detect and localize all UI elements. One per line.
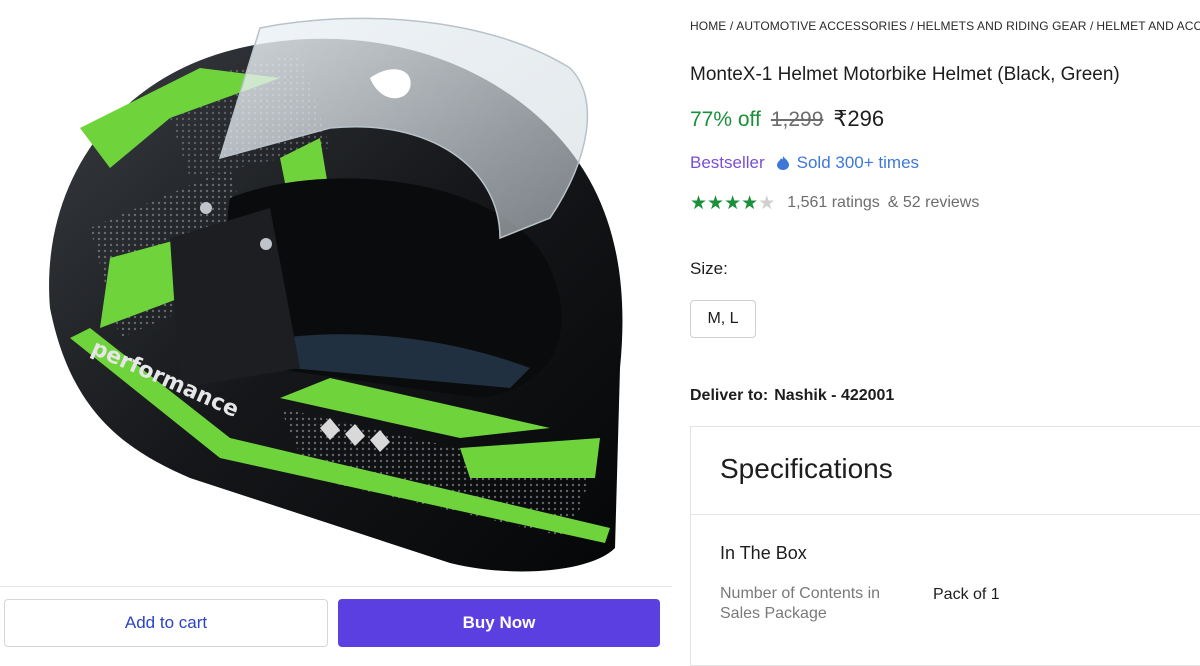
star-icon: ★: [758, 192, 776, 214]
breadcrumb-item-home[interactable]: HOME /: [690, 19, 733, 33]
star-rating: ★ ★ ★ ★ ★: [690, 193, 775, 213]
badge-row: Bestseller Sold 300+ times: [690, 153, 919, 173]
helmet-product-image[interactable]: performance: [30, 8, 650, 583]
buy-now-button[interactable]: Buy Now: [338, 599, 660, 647]
action-bar: Add to cart Buy Now: [0, 586, 672, 660]
breadcrumb: HOME / AUTOMOTIVE ACCESSORIES / HELMETS AN…: [690, 19, 1200, 33]
star-icon: ★: [690, 192, 708, 214]
sold-count: Sold 300+ times: [796, 153, 920, 172]
specifications-title: Specifications: [720, 453, 893, 484]
spec-divider: [691, 514, 1200, 515]
specifications-card: Specifications In The Box Number of Cont…: [690, 426, 1200, 666]
ratings-count: 1,561 ratings: [787, 194, 880, 211]
breadcrumb-item-helmet[interactable]: HELMET AND ACCE: [1096, 19, 1200, 33]
spec-value: Pack of 1: [933, 586, 1000, 603]
spec-key: Number of Contents in Sales Package: [720, 585, 881, 622]
original-price: 1,299: [770, 108, 824, 131]
discount-percent: 77% off: [690, 108, 761, 131]
product-gallery: performance Add to cart Buy Now: [0, 0, 672, 660]
add-to-cart-button[interactable]: Add to cart: [4, 599, 328, 647]
delivery-info[interactable]: Deliver to: Nashik - 422001: [690, 387, 894, 405]
sold-flame-icon: [776, 156, 789, 170]
deliver-to-label: Deliver to:: [690, 387, 769, 404]
size-option-button[interactable]: M, L: [690, 300, 756, 338]
star-icon: ★: [724, 192, 742, 214]
rating-row[interactable]: ★ ★ ★ ★ ★ 1,561 ratings & 52 reviews: [690, 193, 983, 213]
spec-section-title: In The Box: [720, 543, 807, 563]
product-title: MonteX-1 Helmet Motorbike Helmet (Black,…: [690, 64, 1120, 85]
bestseller-badge: Bestseller: [690, 153, 765, 172]
product-details: HOME / AUTOMOTIVE ACCESSORIES / HELMETS AN…: [690, 0, 1200, 666]
star-icon: ★: [741, 192, 759, 214]
price-row: 77% off 1,299 ₹296: [690, 106, 884, 132]
delivery-location: Nashik - 422001: [774, 387, 895, 404]
size-label: Size:: [690, 259, 728, 278]
breadcrumb-item-automotive-accessories[interactable]: AUTOMOTIVE ACCESSORIES /: [736, 19, 914, 33]
reviews-count: & 52 reviews: [887, 194, 980, 211]
breadcrumb-item-helmets-and-riding-gear[interactable]: HELMETS AND RIDING GEAR /: [917, 19, 1094, 33]
star-icon: ★: [707, 192, 725, 214]
selling-price: ₹296: [833, 106, 885, 131]
